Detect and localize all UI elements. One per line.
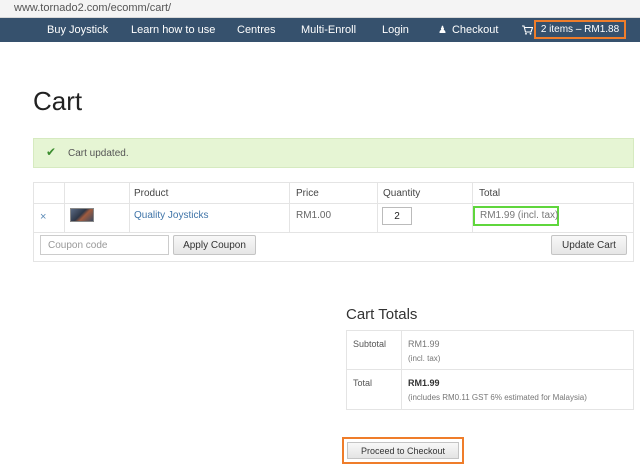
cart-updated-notice: ✔ Cart updated. [33, 138, 634, 168]
quantity-input[interactable] [382, 207, 412, 225]
table-header-row: Product Price Quantity Total [34, 183, 633, 204]
notice-message: Cart updated. [68, 148, 129, 159]
cart-totals-title: Cart Totals [346, 306, 418, 323]
proceed-to-checkout-button[interactable]: Proceed to Checkout [347, 442, 459, 459]
header-total: Total [479, 188, 501, 199]
subtotal-note: (incl. tax) [408, 354, 441, 363]
apply-coupon-button[interactable]: Apply Coupon [173, 235, 256, 255]
remove-item-button[interactable]: × [40, 211, 46, 223]
header-quantity: Quantity [383, 188, 421, 199]
nav-item-centres[interactable]: Centres [237, 18, 276, 42]
nav-item-multi-enroll[interactable]: Multi-Enroll [301, 18, 356, 42]
nav-item-checkout[interactable]: ♟ Checkout [438, 18, 498, 42]
table-row: × Quality Joysticks RM1.00 RM1.99 (incl.… [34, 204, 633, 233]
page-title: Cart [33, 86, 83, 116]
user-icon: ♟ [438, 25, 447, 36]
product-link[interactable]: Quality Joysticks [134, 210, 208, 221]
top-nav: Buy Joystick Learn how to use Centres Mu… [0, 18, 640, 42]
total-value: RM1.99 [408, 378, 440, 388]
nav-item-buy-joystick[interactable]: Buy Joystick [47, 18, 108, 42]
cart-summary-button[interactable]: 2 items – RM1.88 [534, 20, 626, 39]
total-label: Total [353, 378, 373, 388]
cart-totals-table: Subtotal RM1.99 (incl. tax) Total RM1.99… [346, 330, 634, 410]
nav-item-login[interactable]: Login [382, 18, 409, 42]
header-price: Price [296, 188, 319, 199]
product-thumbnail[interactable] [70, 208, 94, 222]
item-price: RM1.00 [296, 210, 332, 221]
url-text: www.tornado2.com/ecomm/cart/ [14, 2, 172, 14]
update-cart-button[interactable]: Update Cart [551, 235, 627, 255]
nav-item-checkout-label: Checkout [451, 24, 499, 36]
total-tax-note: (includes RM0.11 GST 6% estimated for Ma… [408, 393, 587, 402]
cart-table: Product Price Quantity Total × Quality J… [33, 182, 634, 262]
checkmark-icon: ✔ [46, 145, 57, 159]
item-total: RM1.99 (incl. tax) [473, 206, 559, 226]
subtotal-value: RM1.99 [408, 339, 440, 349]
nav-item-learn[interactable]: Learn how to use [131, 18, 215, 42]
coupon-code-input[interactable] [40, 235, 169, 255]
header-product: Product [134, 188, 169, 199]
address-bar[interactable]: www.tornado2.com/ecomm/cart/ [0, 0, 640, 18]
checkout-highlight: Proceed to Checkout [342, 437, 464, 464]
subtotal-label: Subtotal [353, 339, 387, 349]
cart-icon[interactable] [522, 18, 534, 42]
